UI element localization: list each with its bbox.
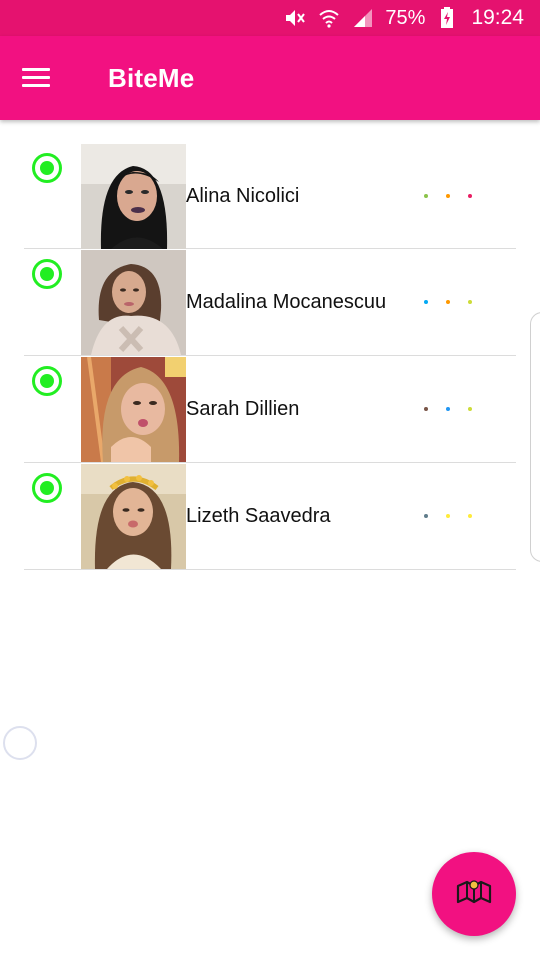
status-dot <box>446 300 450 304</box>
online-status-indicator <box>32 473 62 503</box>
status-dot <box>468 407 472 411</box>
online-status-indicator <box>32 259 62 289</box>
contact-list: Alina Nicolici Madalina Mocanescuu Sarah… <box>24 143 516 570</box>
status-dot <box>424 194 428 198</box>
wifi-icon <box>317 6 341 30</box>
floating-assistive-circle[interactable] <box>3 726 37 760</box>
status-dot <box>468 514 472 518</box>
status-dot <box>446 514 450 518</box>
status-bar: 75% 19:24 <box>0 0 540 36</box>
online-status-indicator <box>32 366 62 396</box>
contact-row[interactable]: Sarah Dillien <box>24 356 516 463</box>
more-options-dots[interactable] <box>424 194 484 200</box>
more-options-dots[interactable] <box>424 514 484 520</box>
contact-row[interactable]: Lizeth Saavedra <box>24 463 516 570</box>
contact-name: Lizeth Saavedra <box>186 505 331 527</box>
contact-name: Alina Nicolici <box>186 185 300 207</box>
more-options-dots[interactable] <box>424 407 484 413</box>
signal-icon <box>351 6 375 30</box>
battery-percent: 75% <box>385 6 426 29</box>
contact-row[interactable]: Alina Nicolici <box>24 143 516 249</box>
status-dot <box>468 194 472 198</box>
status-dot <box>468 300 472 304</box>
avatar <box>81 250 186 355</box>
map-fab-button[interactable] <box>432 852 516 936</box>
more-options-dots[interactable] <box>424 300 484 306</box>
status-dot <box>424 514 428 518</box>
contact-row[interactable]: Madalina Mocanescuu <box>24 249 516 356</box>
map-icon <box>455 878 493 911</box>
app-title: BiteMe <box>108 63 195 93</box>
battery-charging-icon <box>435 6 459 30</box>
contact-name: Madalina Mocanescuu <box>186 291 387 313</box>
app-bar: BiteMe <box>0 36 540 120</box>
clock: 19:24 <box>471 6 524 29</box>
mute-icon <box>283 6 307 30</box>
status-dot <box>446 407 450 411</box>
avatar <box>81 464 186 569</box>
contact-name: Sarah Dillien <box>186 398 300 420</box>
avatar <box>81 357 186 462</box>
edge-panel-handle[interactable] <box>530 312 540 562</box>
online-status-indicator <box>32 153 62 183</box>
hamburger-menu-icon[interactable] <box>22 66 50 88</box>
status-dot <box>446 194 450 198</box>
avatar <box>81 144 186 249</box>
status-dot <box>424 300 428 304</box>
status-dot <box>424 407 428 411</box>
